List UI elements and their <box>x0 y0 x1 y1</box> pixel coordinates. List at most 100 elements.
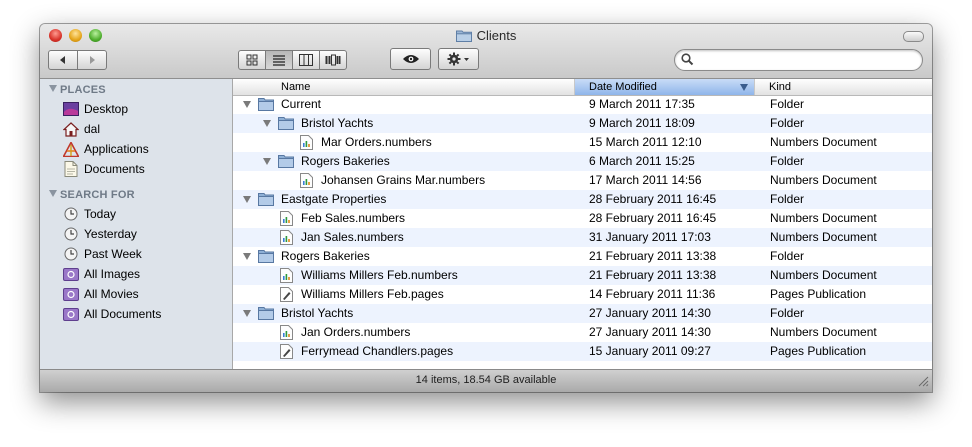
sidebar-item-desktop[interactable]: Desktop <box>63 100 128 118</box>
status-text: 14 items, 18.54 GB available <box>415 374 557 386</box>
file-name: Williams Millers Feb.numbers <box>301 268 458 282</box>
disclosure-triangle-icon[interactable] <box>243 101 251 108</box>
numbers-file-icon <box>280 325 296 340</box>
numbers-file-icon <box>280 211 296 226</box>
numbers-file-icon <box>280 268 296 283</box>
back-button[interactable] <box>48 50 78 70</box>
file-name: Ferrymead Chandlers.pages <box>301 344 454 358</box>
window-title-text: Clients <box>476 28 517 43</box>
resize-grip-icon[interactable] <box>918 376 929 390</box>
file-date-modified: 15 January 2011 09:27 <box>589 344 711 358</box>
file-row[interactable]: Jan Sales.numbers 31 January 2011 17:03 Nu… <box>233 228 932 247</box>
file-kind: Numbers Document <box>770 325 877 339</box>
file-row[interactable]: Jan Orders.numbers 27 January 2011 14:30 N… <box>233 323 932 342</box>
disclosure-triangle-icon[interactable] <box>263 120 271 127</box>
file-name: Rogers Bakeries <box>281 249 370 263</box>
column-view-button[interactable] <box>292 50 320 70</box>
folder-icon <box>258 192 274 206</box>
disclosure-triangle-icon[interactable] <box>263 158 271 165</box>
file-kind: Numbers Document <box>770 268 877 282</box>
sidebar-section-search-for[interactable]: SEARCH FOR <box>49 189 135 201</box>
file-name: Rogers Bakeries <box>301 154 390 168</box>
file-date-modified: 21 February 2011 13:38 <box>589 249 717 263</box>
disclosure-triangle-icon[interactable] <box>243 196 251 203</box>
file-row[interactable]: Williams Millers Feb.pages 14 February 20… <box>233 285 932 304</box>
sidebar-item-all-movies[interactable]: All Movies <box>63 285 139 303</box>
file-row[interactable]: Bristol Yachts 27 January 2011 14:30 Folde… <box>233 304 932 323</box>
file-kind: Numbers Document <box>770 230 877 244</box>
file-row[interactable]: Mar Orders.numbers 15 March 2011 12:10 Num… <box>233 133 932 152</box>
file-date-modified: 17 March 2011 14:56 <box>589 173 702 187</box>
file-date-modified: 31 January 2011 17:03 <box>589 230 711 244</box>
file-date-modified: 28 February 2011 16:45 <box>589 192 717 206</box>
column-header-kind[interactable]: Kind <box>755 79 932 95</box>
sidebar-item-all-images[interactable]: All Images <box>63 265 140 283</box>
home-icon <box>63 121 79 137</box>
sidebar-item-home[interactable]: dal <box>63 120 100 138</box>
pages-file-icon <box>280 287 296 302</box>
sidebar-item-yesterday[interactable]: Yesterday <box>63 225 137 243</box>
file-date-modified: 27 January 2011 14:30 <box>589 306 711 320</box>
search-input[interactable] <box>697 52 916 70</box>
list-view-button[interactable] <box>265 50 293 70</box>
pages-file-icon <box>280 344 296 359</box>
file-kind: Folder <box>770 306 805 320</box>
sidebar-item-documents[interactable]: Documents <box>63 160 145 178</box>
file-row[interactable]: Bristol Yachts 9 March 2011 18:09 Folder <box>233 114 932 133</box>
search-icon <box>681 53 694 69</box>
sort-descending-icon <box>740 84 748 91</box>
folder-icon <box>455 29 472 45</box>
sidebar-item-all-documents[interactable]: All Documents <box>63 305 161 323</box>
file-row[interactable]: Feb Sales.numbers 28 February 2011 16:45 N… <box>233 209 932 228</box>
status-bar: 14 items, 18.54 GB available <box>40 369 932 392</box>
clock-icon <box>63 206 79 222</box>
icon-view-button[interactable] <box>238 50 266 70</box>
folder-icon <box>258 97 274 111</box>
sidebar-item-today[interactable]: Today <box>63 205 116 223</box>
file-name: Johansen Grains Mar.numbers <box>321 173 486 187</box>
file-kind: Folder <box>770 192 805 206</box>
disclosure-triangle-icon[interactable] <box>243 253 251 260</box>
file-date-modified: 9 March 2011 17:35 <box>589 97 695 111</box>
file-row[interactable]: Johansen Grains Mar.numbers 17 March 2011… <box>233 171 932 190</box>
column-header-name[interactable]: Name <box>233 79 575 95</box>
list-view-icon <box>273 55 285 66</box>
column-header-date-modified[interactable]: Date Modified <box>575 79 755 95</box>
file-name: Jan Sales.numbers <box>301 230 404 244</box>
quick-look-button[interactable] <box>390 48 431 70</box>
search-field[interactable] <box>674 49 923 71</box>
file-name: Eastgate Properties <box>281 192 387 206</box>
cover-flow-button[interactable] <box>319 50 347 70</box>
disclosure-triangle-icon[interactable] <box>243 310 251 317</box>
numbers-file-icon <box>300 173 316 188</box>
file-kind: Folder <box>770 154 805 168</box>
file-date-modified: 9 March 2011 18:09 <box>589 116 695 130</box>
toolbar-toggle-button[interactable] <box>903 31 924 42</box>
sidebar: PLACES Desktop dal Applications Document… <box>40 79 233 369</box>
folder-icon <box>278 154 294 168</box>
toolbar: Clients <box>40 24 932 79</box>
action-menu-button[interactable] <box>438 48 479 70</box>
file-row[interactable]: Ferrymead Chandlers.pages 15 January 2011… <box>233 342 932 361</box>
numbers-file-icon <box>300 135 316 150</box>
forward-button[interactable] <box>77 50 107 70</box>
file-row[interactable]: Eastgate Properties 28 February 2011 16:4… <box>233 190 932 209</box>
file-name: Feb Sales.numbers <box>301 211 406 225</box>
file-name: Williams Millers Feb.pages <box>301 287 444 301</box>
sidebar-section-places[interactable]: PLACES <box>49 84 106 96</box>
file-date-modified: 28 February 2011 16:45 <box>589 211 717 225</box>
file-name: Jan Orders.numbers <box>301 325 411 339</box>
column-header-bar: Name Date Modified Kind <box>233 79 932 96</box>
sidebar-item-past-week[interactable]: Past Week <box>63 245 142 263</box>
file-row[interactable]: Rogers Bakeries 6 March 2011 15:25 Folder <box>233 152 932 171</box>
file-name: Mar Orders.numbers <box>321 135 432 149</box>
smart-folder-icon <box>63 306 79 322</box>
file-row[interactable]: Current 9 March 2011 17:35 Folder <box>233 95 932 114</box>
sidebar-item-applications[interactable]: Applications <box>63 140 149 158</box>
file-row[interactable]: Rogers Bakeries 21 February 2011 13:38 Fol… <box>233 247 932 266</box>
file-name: Current <box>281 97 322 111</box>
file-row[interactable]: Williams Millers Feb.numbers 21 February … <box>233 266 932 285</box>
finder-window: Clients PLACES Desktop dal Applications … <box>40 24 932 392</box>
window-title: Clients <box>40 28 932 45</box>
cover-flow-icon <box>325 54 341 66</box>
